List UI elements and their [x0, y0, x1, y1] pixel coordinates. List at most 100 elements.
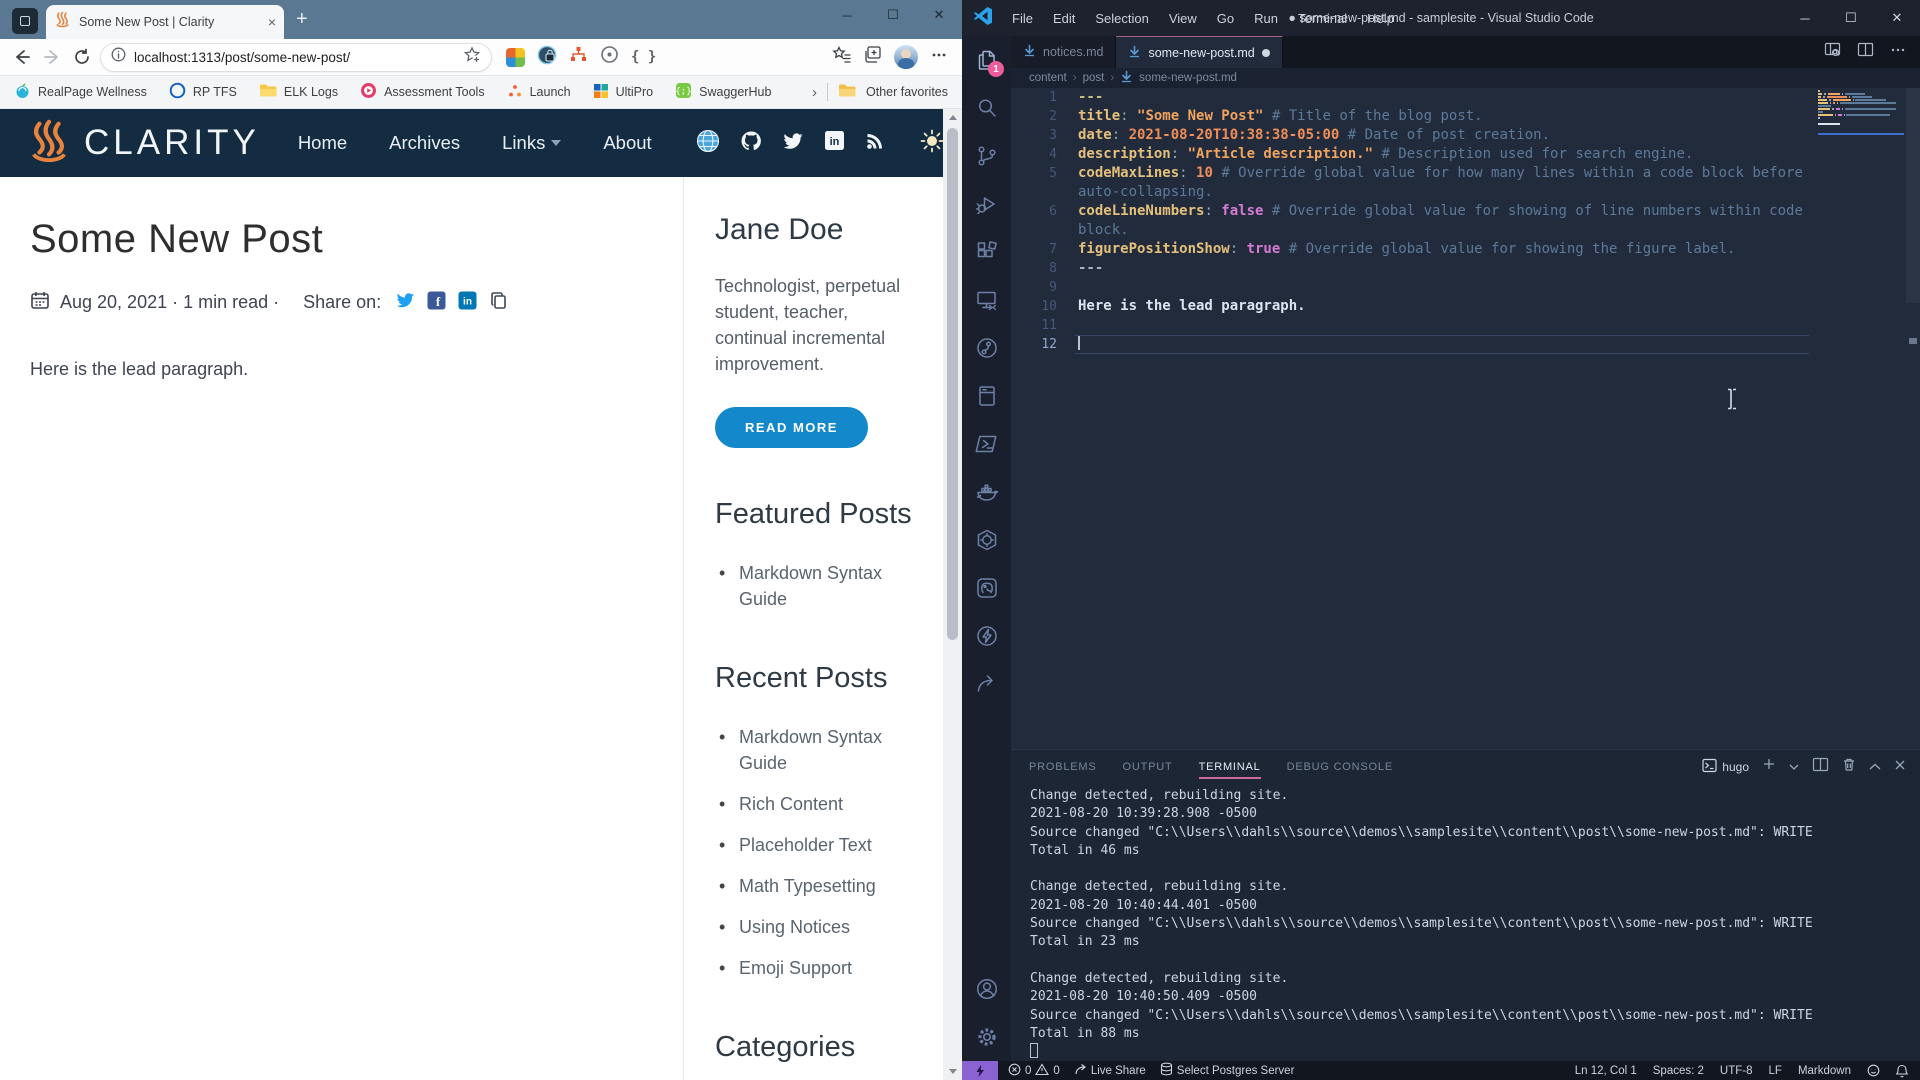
activity-run-debug[interactable]: [962, 180, 1011, 228]
status-lf[interactable]: LF: [1769, 1065, 1782, 1077]
editor-line[interactable]: 5codeMaxLines: 10 # Override global valu…: [1011, 164, 1920, 183]
read-more-button[interactable]: READ MORE: [715, 407, 868, 448]
editor-line[interactable]: 12: [1011, 335, 1920, 354]
panel-tab-debug-console[interactable]: DEBUG CONSOLE: [1287, 750, 1393, 783]
editor-line[interactable]: 9: [1011, 278, 1920, 297]
minimap[interactable]: [1818, 90, 1904, 135]
open-preview-icon[interactable]: [1824, 41, 1841, 63]
nav-item-archives[interactable]: Archives: [389, 132, 460, 154]
activity-source-control[interactable]: [962, 132, 1011, 180]
remote-indicator[interactable]: [962, 1061, 998, 1080]
scrollbar-down-icon[interactable]: [949, 1069, 957, 1074]
maximize-panel-icon[interactable]: [1869, 758, 1881, 776]
extension-privacy-lock-icon[interactable]: [537, 45, 557, 70]
other-favorites[interactable]: Other favorites: [866, 85, 948, 99]
activity-book[interactable]: [962, 372, 1011, 420]
list-item[interactable]: Emoji Support: [715, 955, 912, 981]
editor-line[interactable]: 1---: [1011, 88, 1920, 107]
new-terminal-icon[interactable]: [1762, 757, 1776, 776]
extension-circle-dot-icon[interactable]: [600, 45, 619, 69]
status-live-share[interactable]: Live Share: [1074, 1063, 1146, 1079]
menu-view[interactable]: View: [1160, 7, 1206, 30]
share-linkedin-icon[interactable]: in: [458, 291, 477, 315]
back-icon[interactable]: [10, 45, 34, 69]
site-logo[interactable]: CLARITY: [26, 118, 260, 169]
split-editor-icon[interactable]: [1857, 41, 1874, 63]
editor-line[interactable]: 3date: 2021-08-20T10:38:38-05:00 # Date …: [1011, 126, 1920, 145]
activity-docker[interactable]: [962, 468, 1011, 516]
kill-terminal-icon[interactable]: [1842, 757, 1856, 777]
status-ln[interactable]: Ln 12, Col 1: [1575, 1065, 1637, 1077]
terminal-shell-selector[interactable]: hugo: [1702, 758, 1749, 776]
list-item[interactable]: Math Typesetting: [715, 873, 912, 899]
menu-file[interactable]: File: [1003, 7, 1042, 30]
browser-minimize-button[interactable]: ─: [824, 0, 870, 30]
activity-gitlens[interactable]: [962, 324, 1011, 372]
browser-menu-icon[interactable]: [930, 46, 948, 69]
forward-icon[interactable]: [40, 45, 64, 69]
editor-line[interactable]: 2title: "Some New Post" # Title of the b…: [1011, 107, 1920, 126]
breadcrumb[interactable]: content›post›some-new-post.md: [1011, 68, 1920, 88]
editor-scrollbar[interactable]: [1906, 88, 1920, 303]
menu-terminal[interactable]: Terminal: [1289, 7, 1356, 30]
more-actions-icon[interactable]: [1890, 42, 1906, 63]
profile-avatar[interactable]: [894, 45, 918, 69]
extension-braces-icon[interactable]: { }: [631, 48, 656, 66]
new-tab-button[interactable]: +: [296, 8, 308, 31]
bookmark-item[interactable]: RP TFS: [169, 82, 237, 102]
linkedin-icon[interactable]: in: [824, 130, 845, 156]
activity-share[interactable]: [962, 660, 1011, 708]
twitter-icon[interactable]: [782, 130, 804, 157]
status-utf-8[interactable]: UTF-8: [1720, 1065, 1753, 1077]
browser-close-button[interactable]: ✕: [916, 0, 962, 30]
activity-settings[interactable]: [962, 1013, 1011, 1061]
split-terminal-icon[interactable]: [1812, 756, 1829, 778]
breadcrumb-item[interactable]: post: [1083, 72, 1105, 84]
bookmarks-overflow-icon[interactable]: ›: [812, 84, 817, 101]
editor-tab-notices.md[interactable]: notices.md: [1011, 36, 1116, 68]
tab-manager-icon[interactable]: [12, 8, 38, 34]
refresh-icon[interactable]: [70, 45, 94, 69]
menu-edit[interactable]: Edit: [1044, 7, 1084, 30]
tab-close-icon[interactable]: ×: [268, 15, 276, 29]
bookmark-item[interactable]: {;}SwaggerHub: [675, 82, 771, 102]
scrollbar-up-icon[interactable]: [949, 115, 957, 120]
list-item[interactable]: Using Notices: [715, 914, 912, 940]
activity-postgresql[interactable]: [962, 564, 1011, 612]
panel-tab-terminal[interactable]: TERMINAL: [1199, 750, 1261, 783]
feedback-icon[interactable]: [1867, 1064, 1880, 1077]
notifications-bell-icon[interactable]: [1896, 1064, 1908, 1078]
bookmark-item[interactable]: RealPage Wellness: [14, 82, 147, 102]
status-postgres[interactable]: Select Postgres Server: [1160, 1062, 1295, 1079]
browser-tab[interactable]: Some New Post | Clarity ×: [46, 5, 284, 39]
bookmark-item[interactable]: UltiPro: [593, 82, 654, 102]
status-spaces[interactable]: Spaces: 2: [1653, 1065, 1704, 1077]
menu-help[interactable]: Help: [1358, 7, 1403, 30]
menu-run[interactable]: Run: [1245, 7, 1287, 30]
share-copy-icon[interactable]: [489, 291, 508, 315]
status-markdown[interactable]: Markdown: [1798, 1065, 1851, 1077]
nav-item-home[interactable]: Home: [298, 132, 347, 154]
browser-maximize-button[interactable]: ☐: [870, 0, 916, 30]
globe-icon[interactable]: [696, 129, 720, 158]
activity-account[interactable]: [962, 965, 1011, 1013]
activity-explorer[interactable]: 1: [962, 36, 1011, 84]
share-twitter-icon[interactable]: [395, 290, 415, 315]
editor-line[interactable]: auto-collapsing.: [1011, 183, 1920, 202]
editor-line[interactable]: 11: [1011, 316, 1920, 335]
share-facebook-icon[interactable]: f: [427, 291, 446, 315]
list-item[interactable]: Rich Content: [715, 791, 912, 817]
theme-toggle-sun-icon[interactable]: [919, 128, 945, 159]
editor-tab-some-new-post.md[interactable]: some-new-post.md: [1116, 36, 1282, 68]
list-item[interactable]: Markdown Syntax Guide: [715, 724, 912, 776]
extension-pinwheel-icon[interactable]: [506, 48, 525, 67]
terminal-dropdown-icon[interactable]: [1789, 758, 1799, 776]
rss-icon[interactable]: [865, 131, 885, 156]
activity-extensions[interactable]: [962, 228, 1011, 276]
nav-item-about[interactable]: About: [603, 132, 651, 154]
collections-icon[interactable]: [863, 45, 882, 69]
site-info-icon[interactable]: [111, 47, 126, 67]
vscode-maximize-button[interactable]: ☐: [1828, 0, 1874, 36]
github-icon[interactable]: [740, 130, 762, 157]
editor-line[interactable]: block.: [1011, 221, 1920, 240]
